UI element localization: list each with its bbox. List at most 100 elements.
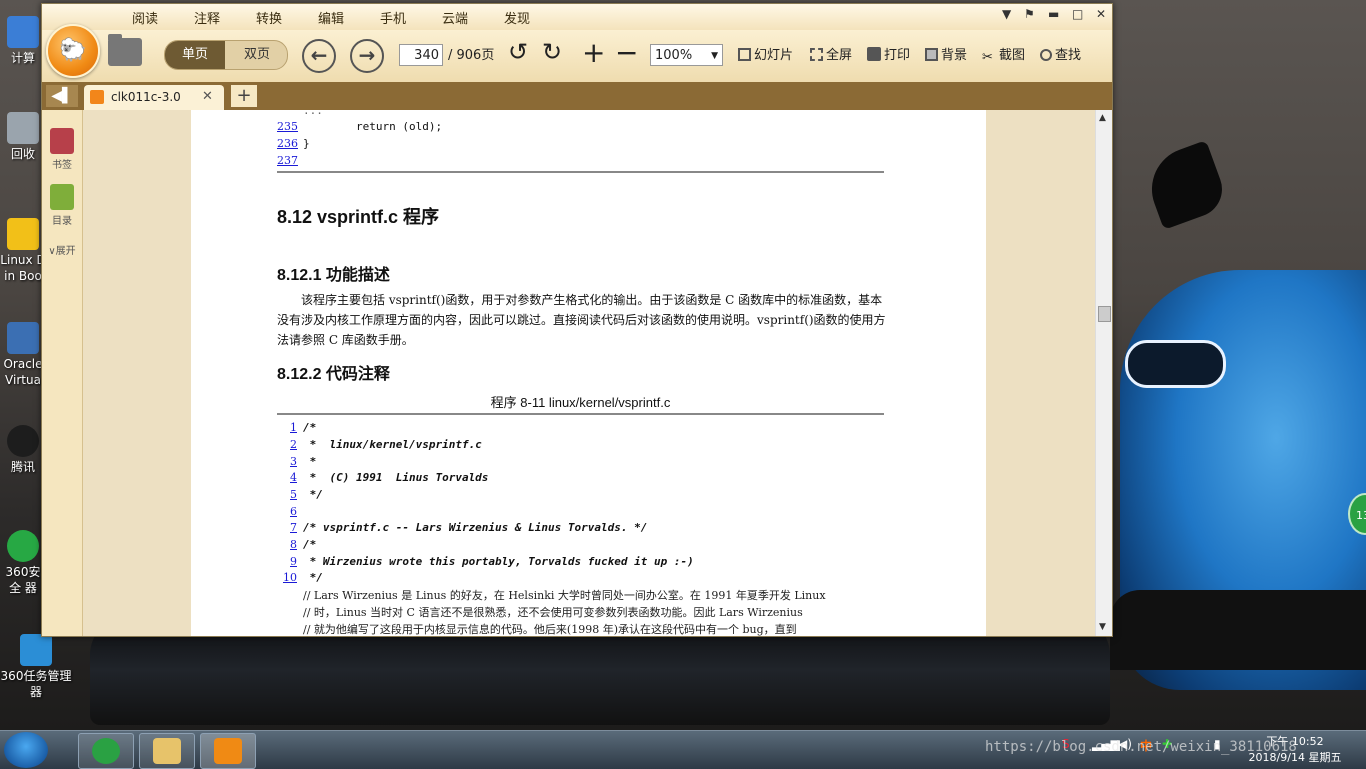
code-line: } bbox=[303, 137, 310, 150]
fullscreen-button[interactable]: 全屏 bbox=[810, 44, 852, 63]
desktop-icon-computer[interactable]: 计算 bbox=[0, 16, 46, 66]
line-number-link[interactable]: 6 bbox=[277, 505, 297, 518]
line-number-link[interactable]: 9 bbox=[277, 555, 297, 568]
code-line: * (C) 1991 Linus Torvalds bbox=[303, 471, 489, 484]
menu-discover[interactable]: 发现 bbox=[504, 8, 530, 27]
line-number-link[interactable]: 5 bbox=[277, 488, 297, 501]
code-comment: // 时，Linus 当时对 C 语言还不是很熟悉，还不会使用可变参数列表函数功… bbox=[303, 606, 803, 619]
qq-penguin-icon bbox=[7, 425, 39, 457]
section-title: 8.12 vsprintf.c 程序 bbox=[277, 207, 440, 227]
line-number-link[interactable]: 237 bbox=[277, 154, 298, 167]
single-page-button[interactable]: 单页 bbox=[165, 41, 225, 69]
prev-page-button[interactable]: ← bbox=[302, 39, 336, 73]
taskbar-item-pdf-reader[interactable] bbox=[200, 733, 256, 769]
sidebar-item-toc[interactable]: 目录 bbox=[42, 184, 82, 227]
subsection-title: 8.12.1 功能描述 bbox=[277, 267, 390, 284]
menu-convert[interactable]: 转换 bbox=[256, 8, 282, 27]
desktop-icon-virtualbox[interactable]: Oracle Virtua bbox=[0, 322, 46, 388]
line-number-link[interactable]: 10 bbox=[277, 571, 297, 584]
360-task-manager-icon bbox=[20, 634, 52, 666]
open-folder-icon[interactable] bbox=[108, 34, 142, 66]
rotate-left-icon[interactable]: ↺ bbox=[508, 38, 528, 66]
line-number-link[interactable]: 3 bbox=[277, 455, 297, 468]
line-number-link[interactable]: 8 bbox=[277, 538, 297, 551]
start-button[interactable] bbox=[4, 732, 48, 768]
menu-edit[interactable]: 编辑 bbox=[318, 8, 344, 27]
maximize-icon[interactable]: □ bbox=[1072, 7, 1083, 21]
tab-bar: ◀▌ clk011c-3.0 ✕ + bbox=[42, 82, 1112, 110]
desktop-icon-qq[interactable]: 腾讯 bbox=[0, 425, 46, 475]
document-viewport[interactable]: ... 235 return (old); 236 } 237 8.12 vsp… bbox=[83, 110, 1095, 636]
code-line: * linux/kernel/vsprintf.c bbox=[303, 438, 482, 451]
taskbar-item-explorer[interactable] bbox=[139, 733, 195, 769]
sidebar-item-expand[interactable]: ∨展开 bbox=[42, 242, 82, 257]
line-number-link[interactable]: 235 bbox=[277, 120, 298, 133]
line-number-link[interactable]: 2 bbox=[277, 438, 297, 451]
sidebar-toggle-button[interactable]: ◀▌ bbox=[46, 85, 78, 107]
menu-mobile[interactable]: 手机 bbox=[380, 8, 406, 27]
code-comment: // 就为他编写了这段用于内核显示信息的代码。他后来(1998 年)承认在这段代… bbox=[303, 623, 797, 636]
next-page-button[interactable]: → bbox=[350, 39, 384, 73]
scrollbar-thumb[interactable] bbox=[1098, 306, 1111, 322]
tab-close-icon[interactable]: ✕ bbox=[202, 89, 213, 104]
taskbar-item-360[interactable] bbox=[78, 733, 134, 769]
subsection-title: 8.12.2 代码注释 bbox=[277, 366, 390, 383]
recycle-bin-icon bbox=[7, 112, 39, 144]
scroll-down-icon[interactable]: ▼ bbox=[1099, 622, 1106, 632]
virtualbox-icon bbox=[7, 322, 39, 354]
app-logo[interactable]: 🐑 bbox=[46, 24, 100, 78]
sidebar-item-bookmarks[interactable]: 书签 bbox=[42, 128, 82, 171]
line-number-link[interactable]: 236 bbox=[277, 137, 298, 150]
desktop-icon-linux[interactable]: Linux D in Boo bbox=[0, 218, 46, 284]
close-icon[interactable]: ✕ bbox=[1096, 7, 1106, 21]
toc-icon bbox=[50, 184, 74, 210]
tab-document[interactable]: clk011c-3.0 ✕ bbox=[84, 85, 224, 110]
pdf-reader-icon bbox=[214, 738, 242, 764]
code-line: * bbox=[303, 455, 317, 468]
print-button[interactable]: 打印 bbox=[867, 44, 910, 63]
background-icon bbox=[925, 48, 938, 61]
tab-title: clk011c-3.0 bbox=[111, 90, 181, 104]
line-number-link[interactable]: 1 bbox=[277, 421, 297, 434]
page-number-input[interactable]: 340 bbox=[399, 44, 443, 66]
scroll-up-icon[interactable]: ▲ bbox=[1099, 113, 1106, 123]
zoom-select[interactable]: 100% ▼ bbox=[650, 44, 723, 66]
line-number-link[interactable]: 4 bbox=[277, 471, 297, 484]
chevron-down-icon: ▼ bbox=[711, 51, 718, 61]
menu-annotate[interactable]: 注释 bbox=[194, 8, 220, 27]
zoom-out-icon[interactable]: − bbox=[615, 36, 638, 69]
vertical-scrollbar[interactable]: ▲ ▼ bbox=[1095, 110, 1112, 636]
code-line: /* bbox=[303, 538, 317, 551]
watermark: https://blog.csdn.net/weixin_38110618 bbox=[985, 739, 1297, 755]
minimize-icon[interactable]: ▬ bbox=[1048, 7, 1059, 21]
new-tab-button[interactable]: + bbox=[231, 85, 257, 107]
code-line: */ bbox=[303, 571, 323, 584]
slideshow-button[interactable]: 幻灯片 bbox=[738, 44, 793, 63]
code-line: /* vsprintf.c -- Lars Wirzenius & Linus … bbox=[303, 521, 648, 534]
fullscreen-icon bbox=[810, 48, 823, 61]
zoom-in-icon[interactable]: + bbox=[582, 36, 605, 69]
chevron-down-icon: ∨ bbox=[48, 246, 56, 257]
line-number-link[interactable]: 7 bbox=[277, 521, 297, 534]
code-line: return (old); bbox=[303, 120, 443, 133]
rotate-right-icon[interactable]: ↻ bbox=[542, 38, 562, 66]
menu-read[interactable]: 阅读 bbox=[132, 8, 158, 27]
description-paragraph: 该程序主要包括 vsprintf()函数，用于对参数产生格式化的输出。由于该函数… bbox=[277, 293, 886, 347]
background-button[interactable]: 背景 bbox=[925, 44, 967, 63]
code-comment: // Lars Wirzenius 是 Linus 的好友，在 Helsinki… bbox=[303, 589, 826, 602]
360-safe-icon bbox=[7, 530, 39, 562]
dropdown-menu-icon[interactable]: ▼ bbox=[1002, 7, 1011, 21]
desktop-icon-360-safe[interactable]: 360安全 器 bbox=[0, 530, 46, 596]
bookmark-icon bbox=[50, 128, 74, 154]
menu-cloud[interactable]: 云端 bbox=[442, 8, 468, 27]
divider bbox=[277, 171, 884, 173]
left-sidebar: 书签 目录 ∨展开 bbox=[42, 110, 83, 636]
screenshot-button[interactable]: ✂ 截图 bbox=[982, 44, 1025, 65]
desktop-icon-360-task-manager[interactable]: 360任务管理 器 bbox=[0, 634, 72, 700]
folder-icon bbox=[153, 738, 181, 764]
find-button[interactable]: 查找 bbox=[1040, 44, 1081, 63]
skin-icon[interactable]: ⚑ bbox=[1024, 7, 1035, 21]
double-page-button[interactable]: 双页 bbox=[227, 41, 287, 69]
desktop-icon-recycle-bin[interactable]: 回收 bbox=[0, 112, 46, 162]
slideshow-icon bbox=[738, 48, 751, 61]
